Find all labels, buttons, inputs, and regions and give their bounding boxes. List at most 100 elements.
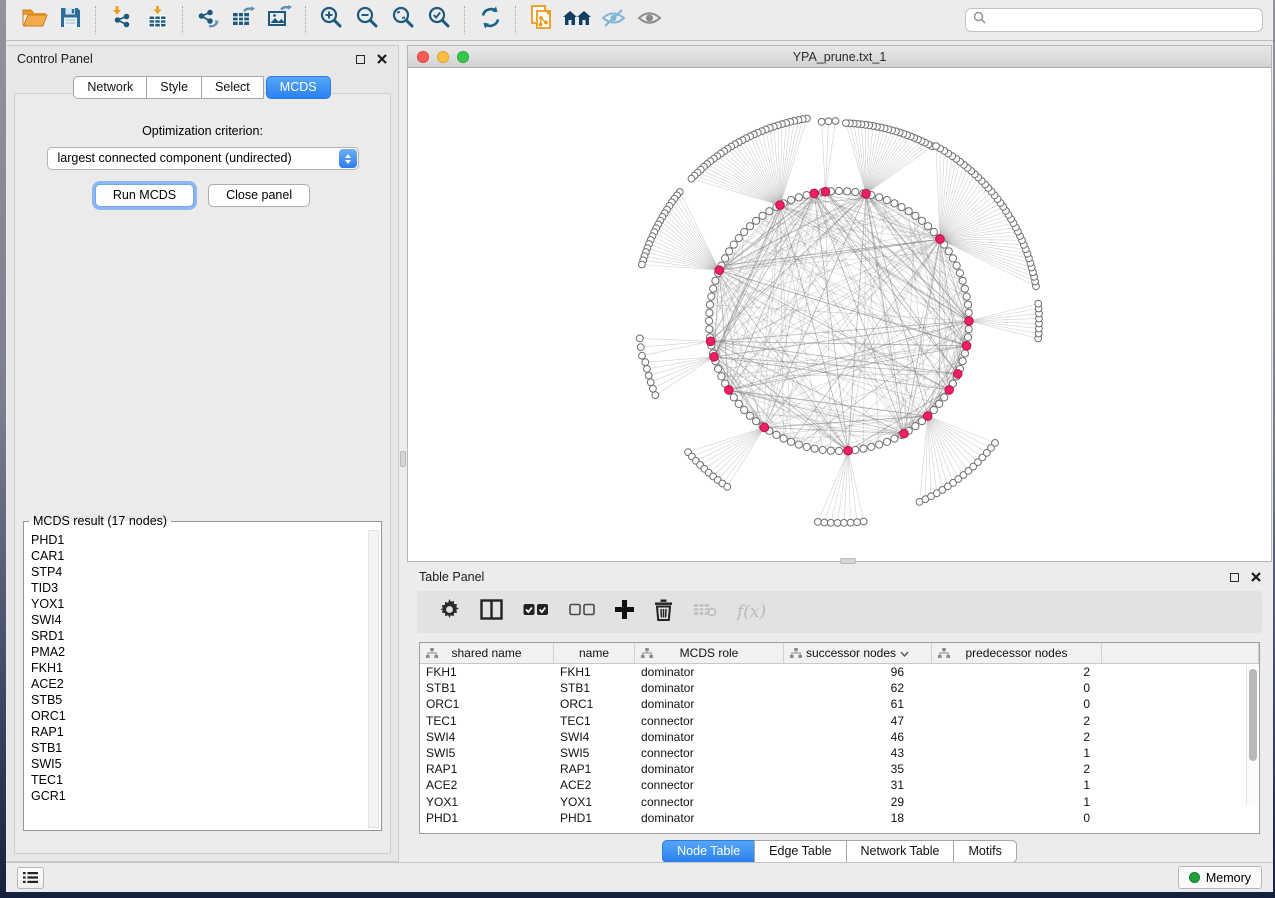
- mcds-result-item[interactable]: SWI5: [31, 756, 367, 772]
- network-window-titlebar[interactable]: YPA_prune.txt_1: [408, 46, 1271, 68]
- table-cell: connector: [635, 795, 784, 809]
- column-header-predecessor-nodes[interactable]: predecessor nodes: [932, 643, 1102, 663]
- table-cell: YOX1: [420, 795, 554, 809]
- mcds-result-item[interactable]: ACE2: [31, 676, 367, 692]
- search-box[interactable]: [965, 8, 1263, 32]
- mcds-result-item[interactable]: YOX1: [31, 596, 367, 612]
- splitter-grip[interactable]: [400, 451, 406, 467]
- mcds-result-item[interactable]: RAP1: [31, 724, 367, 740]
- mcds-result-item[interactable]: SRD1: [31, 628, 367, 644]
- export-image-icon: [267, 5, 293, 35]
- export-network-button[interactable]: [190, 4, 226, 36]
- table-row[interactable]: SWI5SWI5connector431: [420, 745, 1259, 761]
- tab-network-table[interactable]: Network Table: [846, 840, 955, 863]
- show-eye-icon: [636, 9, 663, 32]
- tab-network[interactable]: Network: [73, 76, 147, 99]
- search-input[interactable]: [991, 13, 1255, 27]
- column-header-successor-nodes[interactable]: successor nodes: [784, 643, 932, 663]
- close-table-panel-icon[interactable]: [1248, 570, 1264, 584]
- select-all-rows-button[interactable]: [523, 597, 549, 627]
- save-session-button[interactable]: [52, 4, 88, 36]
- table-row[interactable]: STB1STB1dominator620: [420, 680, 1259, 696]
- export-table-button[interactable]: [226, 4, 262, 36]
- tab-motifs[interactable]: Motifs: [953, 840, 1016, 863]
- tab-edge-table[interactable]: Edge Table: [754, 840, 846, 863]
- delete-column-button[interactable]: [654, 597, 673, 627]
- toolbar-separator: [305, 6, 306, 34]
- close-panel-icon[interactable]: [374, 52, 390, 66]
- table-cell: 0: [932, 697, 1102, 711]
- minimize-window-icon[interactable]: [437, 51, 449, 63]
- gear-icon: [439, 599, 460, 625]
- close-window-icon[interactable]: [417, 51, 429, 63]
- add-column-button[interactable]: [615, 597, 634, 627]
- table-cell: connector: [635, 746, 784, 760]
- trash-icon: [654, 599, 673, 626]
- refresh-layout-button[interactable]: [472, 4, 508, 36]
- optimization-criterion-dropdown[interactable]: largest connected component (undirected): [47, 147, 359, 170]
- float-table-panel-icon[interactable]: [1226, 570, 1242, 584]
- vertical-splitter[interactable]: [399, 45, 407, 862]
- mcds-list-scrollbar[interactable]: [368, 530, 379, 828]
- network-view-window: YPA_prune.txt_1: [407, 45, 1272, 562]
- open-file-button[interactable]: [16, 4, 52, 36]
- tab-style[interactable]: Style: [146, 76, 202, 99]
- table-row[interactable]: ACE2ACE2connector311: [420, 777, 1259, 793]
- hide-selected-button[interactable]: [595, 4, 631, 36]
- mcds-result-item[interactable]: ORC1: [31, 708, 367, 724]
- clone-network-button[interactable]: [523, 4, 559, 36]
- mcds-result-item[interactable]: STB5: [31, 692, 367, 708]
- close-panel-button[interactable]: Close panel: [208, 184, 310, 207]
- mcds-result-item[interactable]: PHD1: [31, 532, 367, 548]
- table-row[interactable]: ORC1ORC1dominator610: [420, 696, 1259, 712]
- table-scrollbar[interactable]: [1246, 665, 1258, 805]
- zoom-fit-button[interactable]: [385, 4, 421, 36]
- table-row[interactable]: TEC1TEC1connector472: [420, 713, 1259, 729]
- mcds-hub-node: [923, 412, 932, 421]
- float-panel-icon[interactable]: [352, 52, 368, 66]
- table-row[interactable]: FKH1FKH1dominator962: [420, 664, 1259, 680]
- horizontal-splitter-grip[interactable]: [840, 558, 856, 564]
- table-cell: 1: [932, 746, 1102, 760]
- table-scrollbar-thumb[interactable]: [1249, 669, 1257, 761]
- mcds-result-item[interactable]: GCR1: [31, 788, 367, 804]
- task-history-button[interactable]: [17, 867, 44, 889]
- table-settings-button[interactable]: [439, 597, 460, 627]
- column-layout-button[interactable]: [480, 597, 503, 627]
- zoom-selected-button[interactable]: [421, 4, 457, 36]
- tab-mcds[interactable]: MCDS: [266, 76, 331, 99]
- tab-select[interactable]: Select: [201, 76, 264, 99]
- table-row[interactable]: YOX1YOX1connector291: [420, 794, 1259, 810]
- export-image-button[interactable]: [262, 4, 298, 36]
- column-header-shared-name[interactable]: shared name: [420, 643, 554, 663]
- table-header-row: shared namenameMCDS rolesuccessor nodesp…: [420, 643, 1259, 664]
- import-network-button[interactable]: [103, 4, 139, 36]
- mcds-result-item[interactable]: TID3: [31, 580, 367, 596]
- maximize-window-icon[interactable]: [457, 51, 469, 63]
- mcds-result-list[interactable]: PHD1CAR1STP4TID3YOX1SWI4SRD1PMA2FKH1ACE2…: [24, 530, 367, 830]
- network-canvas[interactable]: [408, 68, 1274, 562]
- column-header-name[interactable]: name: [554, 643, 635, 663]
- mcds-result-item[interactable]: SWI4: [31, 612, 367, 628]
- memory-button[interactable]: Memory: [1178, 866, 1262, 889]
- toolbar-separator: [182, 6, 183, 34]
- mcds-result-item[interactable]: PMA2: [31, 644, 367, 660]
- zoom-out-button[interactable]: [349, 4, 385, 36]
- column-header-MCDS-role[interactable]: MCDS role: [635, 643, 784, 663]
- tab-node-table[interactable]: Node Table: [662, 840, 755, 863]
- zoom-in-button[interactable]: [313, 4, 349, 36]
- table-row[interactable]: RAP1RAP1dominator352: [420, 761, 1259, 777]
- mcds-result-item[interactable]: TEC1: [31, 772, 367, 788]
- mcds-result-item[interactable]: CAR1: [31, 548, 367, 564]
- table-row[interactable]: PHD1PHD1dominator180: [420, 810, 1259, 826]
- table-row[interactable]: SWI4SWI4dominator462: [420, 729, 1259, 745]
- mcds-result-item[interactable]: STB1: [31, 740, 367, 756]
- deselect-all-rows-button[interactable]: [569, 597, 595, 627]
- zoom-fit-icon: [391, 5, 416, 35]
- mcds-result-item[interactable]: FKH1: [31, 660, 367, 676]
- mcds-result-item[interactable]: STP4: [31, 564, 367, 580]
- import-table-button[interactable]: [139, 4, 175, 36]
- first-neighbors-button[interactable]: [559, 4, 595, 36]
- show-all-button[interactable]: [631, 4, 667, 36]
- run-mcds-button[interactable]: Run MCDS: [95, 184, 194, 207]
